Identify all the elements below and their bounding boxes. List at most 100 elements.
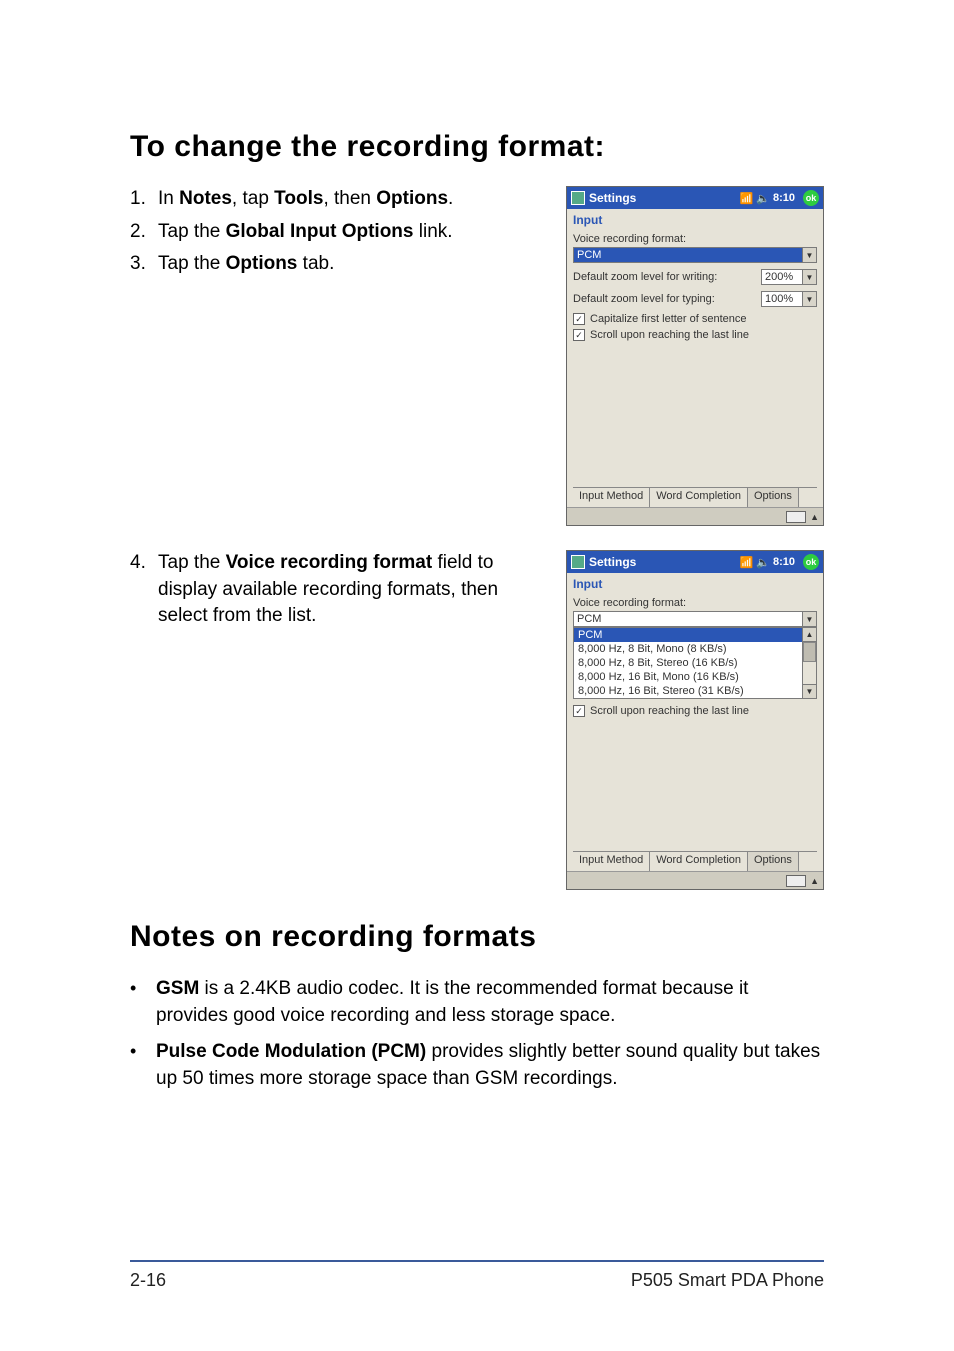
note-text: Pulse Code Modulation (PCM) provides sli… <box>156 1039 824 1092</box>
zoom-typing-value: 100% <box>761 291 803 307</box>
signal-icon: 📶 <box>740 556 754 569</box>
chevron-down-icon[interactable]: ▼ <box>803 269 817 285</box>
note-gsm: • GSM is a 2.4KB audio codec. It is the … <box>130 976 824 1029</box>
sip-bar: ▲ <box>567 507 823 525</box>
vrf-value: PCM <box>573 247 803 263</box>
row-step-4: 4. Tap the Voice recording format field … <box>130 550 824 890</box>
panel-input: Input Voice recording format: PCM ▼ Defa… <box>567 209 823 507</box>
status-icons: 📶 🔈 8:10 <box>740 556 795 569</box>
step-text: Tap the Voice recording format field to … <box>158 550 546 630</box>
checkbox-checked-icon[interactable]: ✓ <box>573 705 585 717</box>
scrollbar[interactable]: ▲ ▼ <box>802 628 816 698</box>
tabs: Input Method Word Completion Options <box>573 851 817 871</box>
vrf-value: PCM <box>573 611 803 627</box>
panel-input: Input Voice recording format: PCM ▼ PCM … <box>567 573 823 871</box>
dropdown-item[interactable]: PCM <box>574 628 802 642</box>
step-1: 1. In Notes, tap Tools, then Options. <box>130 186 546 213</box>
zoom-writing-combo[interactable]: 200% ▼ <box>761 269 817 285</box>
step-text: In Notes, tap Tools, then Options. <box>158 186 546 213</box>
tab-input-method[interactable]: Input Method <box>573 488 650 507</box>
tab-input-method[interactable]: Input Method <box>573 852 650 871</box>
step-4-col: 4. Tap the Voice recording format field … <box>130 550 546 636</box>
signal-icon: 📶 <box>740 192 754 205</box>
chevron-down-icon[interactable]: ▼ <box>803 291 817 307</box>
window-title: Settings <box>589 191 636 205</box>
heading-notes: Notes on recording formats <box>130 920 824 954</box>
steps-1-3: 1. In Notes, tap Tools, then Options. 2.… <box>130 186 546 284</box>
panel-title: Input <box>573 213 817 227</box>
tab-options[interactable]: Options <box>748 852 799 871</box>
dropdown-item[interactable]: 8,000 Hz, 8 Bit, Mono (8 KB/s) <box>574 642 802 656</box>
keyboard-icon[interactable] <box>786 875 806 887</box>
screenshot-settings-options: Settings 📶 🔈 8:10 ok Input Voice recordi… <box>566 186 824 526</box>
zoom-writing-row: Default zoom level for writing: 200% ▼ <box>573 269 817 285</box>
vrf-label: Voice recording format: <box>573 233 817 245</box>
zoom-typing-label: Default zoom level for typing: <box>573 293 715 305</box>
window-icon <box>571 191 585 205</box>
zoom-typing-combo[interactable]: 100% ▼ <box>761 291 817 307</box>
step-num: 1. <box>130 186 158 213</box>
clock-text: 8:10 <box>773 556 795 568</box>
chevron-down-icon[interactable]: ▼ <box>803 611 817 627</box>
panel-title: Input <box>573 577 817 591</box>
speaker-icon: 🔈 <box>756 556 770 569</box>
note-text: GSM is a 2.4KB audio codec. It is the re… <box>156 976 824 1029</box>
step-4: 4. Tap the Voice recording format field … <box>130 550 546 630</box>
titlebar: Settings 📶 🔈 8:10 ok <box>567 187 823 209</box>
speaker-icon: 🔈 <box>756 192 770 205</box>
heading-change-format: To change the recording format: <box>130 130 824 164</box>
capitalize-checkbox-row[interactable]: ✓ Capitalize first letter of sentence <box>573 313 817 325</box>
status-icons: 📶 🔈 8:10 <box>740 192 795 205</box>
scroll-label: Scroll upon reaching the last line <box>590 705 749 717</box>
caret-up-icon[interactable]: ▲ <box>810 876 819 886</box>
zoom-writing-value: 200% <box>761 269 803 285</box>
notes-list: • GSM is a 2.4KB audio codec. It is the … <box>130 976 824 1092</box>
tab-word-completion[interactable]: Word Completion <box>650 852 748 871</box>
ok-button[interactable]: ok <box>803 554 819 570</box>
scroll-track[interactable] <box>803 642 816 684</box>
scroll-label: Scroll upon reaching the last line <box>590 329 749 341</box>
dropdown-items: PCM 8,000 Hz, 8 Bit, Mono (8 KB/s) 8,000… <box>574 628 802 698</box>
tab-options[interactable]: Options <box>748 488 799 507</box>
dropdown-item[interactable]: 8,000 Hz, 16 Bit, Stereo (31 KB/s) <box>574 684 802 698</box>
dropdown-item[interactable]: 8,000 Hz, 16 Bit, Mono (16 KB/s) <box>574 670 802 684</box>
vrf-label: Voice recording format: <box>573 597 817 609</box>
step-text: Tap the Global Input Options link. <box>158 219 546 246</box>
tab-word-completion[interactable]: Word Completion <box>650 488 748 507</box>
page-number: 2-16 <box>130 1270 166 1291</box>
capitalize-label: Capitalize first letter of sentence <box>590 313 747 325</box>
window-title: Settings <box>589 555 636 569</box>
step-2: 2. Tap the Global Input Options link. <box>130 219 546 246</box>
window-icon <box>571 555 585 569</box>
caret-up-icon[interactable]: ▲ <box>810 512 819 522</box>
vrf-combo[interactable]: PCM ▼ <box>573 611 817 627</box>
step-text: Tap the Options tab. <box>158 251 546 278</box>
scroll-down-icon[interactable]: ▼ <box>803 684 816 698</box>
bullet-icon: • <box>130 1039 156 1092</box>
scroll-up-icon[interactable]: ▲ <box>803 628 816 642</box>
scroll-checkbox-row[interactable]: ✓ Scroll upon reaching the last line <box>573 705 817 717</box>
bullet-icon: • <box>130 976 156 1029</box>
page: To change the recording format: 1. In No… <box>0 0 954 1351</box>
vrf-combo[interactable]: PCM ▼ <box>573 247 817 263</box>
sip-bar: ▲ <box>567 871 823 889</box>
zoom-typing-row: Default zoom level for typing: 100% ▼ <box>573 291 817 307</box>
step-num: 3. <box>130 251 158 278</box>
vrf-dropdown-list[interactable]: PCM 8,000 Hz, 8 Bit, Mono (8 KB/s) 8,000… <box>573 627 817 699</box>
scroll-thumb[interactable] <box>803 642 816 662</box>
keyboard-icon[interactable] <box>786 511 806 523</box>
step-3: 3. Tap the Options tab. <box>130 251 546 278</box>
screenshot-settings-dropdown: Settings 📶 🔈 8:10 ok Input Voice recordi… <box>566 550 824 890</box>
note-pcm: • Pulse Code Modulation (PCM) provides s… <box>130 1039 824 1092</box>
step-num: 2. <box>130 219 158 246</box>
scroll-checkbox-row[interactable]: ✓ Scroll upon reaching the last line <box>573 329 817 341</box>
checkbox-checked-icon[interactable]: ✓ <box>573 329 585 341</box>
clock-text: 8:10 <box>773 192 795 204</box>
chevron-down-icon[interactable]: ▼ <box>803 247 817 263</box>
ok-button[interactable]: ok <box>803 190 819 206</box>
tabs: Input Method Word Completion Options <box>573 487 817 507</box>
checkbox-checked-icon[interactable]: ✓ <box>573 313 585 325</box>
row-steps-1-3: 1. In Notes, tap Tools, then Options. 2.… <box>130 186 824 526</box>
titlebar: Settings 📶 🔈 8:10 ok <box>567 551 823 573</box>
dropdown-item[interactable]: 8,000 Hz, 8 Bit, Stereo (16 KB/s) <box>574 656 802 670</box>
